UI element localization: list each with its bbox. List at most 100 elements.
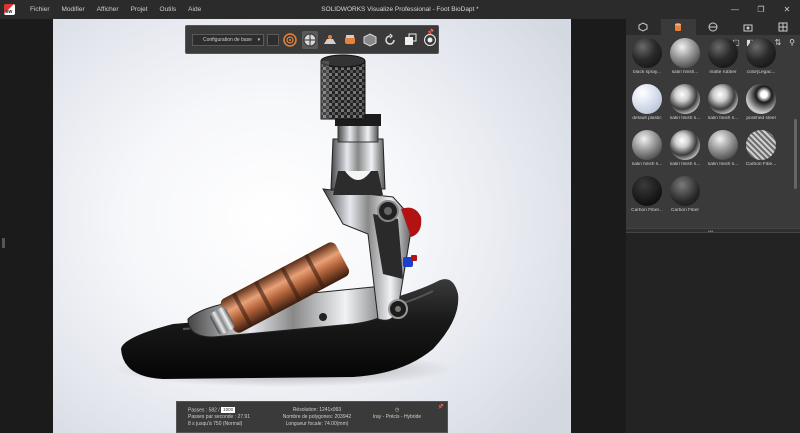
appearance-item[interactable]: color[Legac...	[742, 38, 780, 75]
appearance-label: black spray...	[633, 70, 661, 75]
appearance-item[interactable]: satin finish s...	[704, 130, 742, 167]
appearance-item[interactable]: black spray...	[628, 38, 666, 75]
appearance-label: satin finish s...	[631, 162, 663, 167]
appearance-label: satin finish s...	[669, 116, 701, 121]
polygon-count: Nombre de polygones: 203942	[282, 414, 352, 420]
menu-outils[interactable]: Outils	[154, 6, 183, 13]
appearance-thumbnail	[708, 130, 738, 160]
appearance-label: polished steel	[746, 116, 776, 121]
foot-prosthesis-render	[113, 54, 459, 387]
globe-select-icon	[303, 33, 317, 46]
select-tool-button[interactable]	[301, 30, 319, 49]
appearance-thumbnail	[632, 176, 662, 206]
appearance-item[interactable]: default plastic	[628, 84, 666, 121]
passes-per-second: Passes par seconde : 27.91	[188, 414, 250, 421]
appearance-thumbnail	[670, 176, 700, 206]
appearance-thumbnail	[670, 84, 700, 114]
appearance-thumbnail	[708, 38, 738, 68]
appearance-thumbnail	[632, 38, 662, 68]
tab-appearances[interactable]	[660, 19, 696, 35]
left-panel-expand-handle[interactable]	[2, 238, 5, 248]
menu-bar: Fichier Modifier Afficher Projet Outils …	[24, 6, 207, 13]
appearance-item[interactable]: matte rubber	[704, 38, 742, 75]
appearance-scrollbar[interactable]	[794, 119, 797, 189]
render-viewport[interactable]: Configuration de base ▾ 📌 Passes: 582 /…	[53, 19, 571, 433]
menu-afficher[interactable]: Afficher	[91, 6, 125, 13]
camera-view-button[interactable]	[401, 31, 418, 49]
appearance-thumbnail	[746, 84, 776, 114]
appearance-item[interactable]: polished steel	[742, 84, 780, 121]
appearance-item[interactable]: Carbon Fiber	[666, 176, 704, 213]
appearance-label: Carbon Fiber...	[631, 208, 663, 213]
configuration-dropdown[interactable]: Configuration de base ▾	[192, 33, 265, 46]
appearance-thumbnail	[670, 130, 700, 160]
passes-target-input[interactable]: 1000	[221, 407, 236, 413]
appearance-item[interactable]: satin finish s...	[628, 130, 666, 167]
appearance-item[interactable]: satin finish...	[666, 38, 704, 75]
appearance-label: matte rubber	[709, 70, 737, 75]
scene-sphere-icon	[708, 22, 718, 32]
appearance-item[interactable]: satin finish s...	[666, 84, 704, 121]
search-icon[interactable]: ⚲	[788, 38, 796, 47]
app-logo[interactable]: sw	[0, 0, 18, 19]
appearance-label: color[Legac...	[746, 70, 776, 75]
chevron-down-icon: ▾	[257, 36, 261, 43]
render-toolbar: Configuration de base ▾ 📌	[185, 25, 439, 54]
box-view-icon	[404, 33, 417, 45]
restore-button[interactable]: ❐	[748, 0, 774, 19]
render-status-bar: Passes : 582 / 1000 Passes par seconde :…	[176, 401, 448, 433]
appearance-thumbnail	[632, 130, 662, 160]
target-icon	[283, 32, 297, 47]
menu-fichier[interactable]: Fichier	[24, 6, 56, 13]
decal-tool-button[interactable]	[361, 31, 378, 49]
palette-panel: + ▢ ◧ ▦ ⇅ ⚲ black spray...satin finish..…	[626, 19, 800, 433]
tab-scenes[interactable]	[696, 19, 731, 35]
appearance-label: default plastic	[632, 116, 662, 121]
appearance-thumbnail	[632, 84, 662, 114]
appearance-tool-button[interactable]	[341, 31, 358, 49]
paint-bucket-icon	[344, 34, 355, 44]
toolbar-pin-icon[interactable]: 📌	[427, 29, 434, 36]
render-mode-info: ◷ Iray - Précis - Hybride	[367, 407, 427, 421]
target-tool-button[interactable]	[282, 31, 299, 49]
appearance-label: satin finish s...	[707, 116, 739, 121]
appearance-label: satin finish...	[671, 70, 699, 75]
menu-projet[interactable]: Projet	[125, 6, 154, 13]
scene-info: Résolution: 1241x993 Nombre de polygones…	[275, 407, 359, 428]
passes-label: Passes : 582 /	[188, 407, 220, 414]
clock-icon: ◷	[394, 407, 400, 413]
appearance-label: satin finish s...	[707, 162, 739, 167]
menu-aide[interactable]: Aide	[182, 6, 207, 13]
title-bar: sw Fichier Modifier Afficher Projet Outi…	[0, 0, 800, 19]
appearance-label: Carbon Fibe...	[745, 162, 777, 167]
appearance-thumbnail	[708, 84, 738, 114]
viewport-margin	[571, 19, 626, 433]
restore-icon: ❐	[757, 5, 765, 14]
appearance-item[interactable]: satin finish s...	[666, 130, 704, 167]
grid-icon	[778, 22, 788, 32]
appearance-thumbnail	[746, 38, 776, 68]
minimize-icon: —	[731, 5, 739, 14]
appearance-label: satin finish s...	[669, 162, 701, 167]
appearance-item[interactable]: Carbon Fiber...	[628, 176, 666, 213]
close-button[interactable]: ✕	[774, 0, 800, 19]
tab-cameras[interactable]	[730, 19, 765, 35]
menu-modifier[interactable]: Modifier	[56, 6, 91, 13]
environment-tool-button[interactable]	[321, 31, 338, 49]
appearance-item[interactable]: satin finish s...	[704, 84, 742, 121]
cube-icon	[363, 32, 377, 47]
status-pin-icon[interactable]: 📌	[438, 404, 444, 410]
close-icon: ✕	[783, 5, 791, 14]
configuration-options-button[interactable]	[267, 33, 279, 46]
solidworks-logo-icon: sw	[3, 4, 15, 15]
refresh-button[interactable]	[381, 31, 398, 49]
appearance-cylinder-icon	[675, 22, 682, 31]
camera-icon	[743, 24, 753, 32]
configuration-value: Configuration de base	[203, 36, 252, 43]
appearance-details-area	[626, 233, 800, 433]
tab-models[interactable]	[626, 19, 661, 35]
minimize-button[interactable]: —	[722, 0, 748, 19]
tab-library[interactable]	[765, 19, 800, 35]
appearance-label: Carbon Fiber	[671, 208, 699, 213]
appearance-item[interactable]: Carbon Fibe...	[742, 130, 780, 167]
